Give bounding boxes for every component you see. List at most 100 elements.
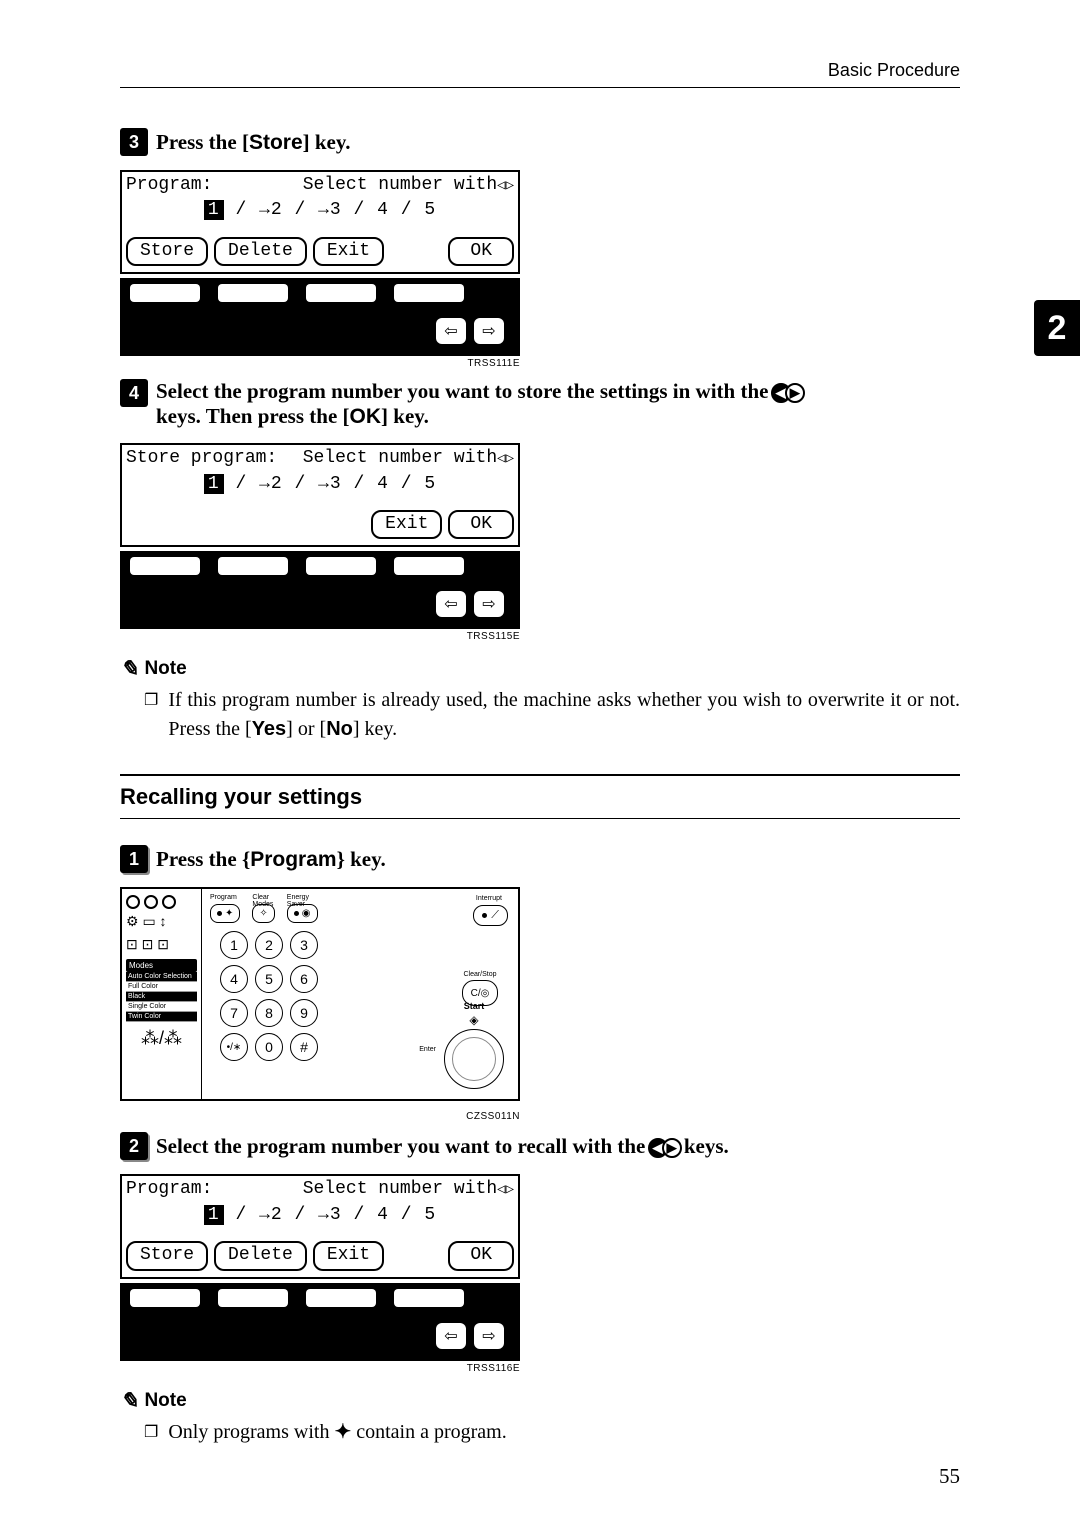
left-arrow-icon: ◁	[497, 178, 505, 194]
lcd-delete-button[interactable]: Delete	[214, 1241, 307, 1270]
indicator-icon	[126, 895, 140, 909]
figure-code: TRSS116E	[120, 1363, 520, 1374]
key-5[interactable]: 5	[255, 965, 283, 993]
control-panel-figure: ⚙ ▭ ↕ ⊡ ⊡ ⊡ Modes Auto Color Selection F…	[120, 887, 520, 1101]
lcd-exit-button[interactable]: Exit	[313, 1241, 384, 1270]
hard-key[interactable]	[306, 557, 376, 575]
key-dot[interactable]: •/∗	[220, 1033, 248, 1061]
store-key-label: Store	[249, 131, 303, 154]
key-9[interactable]: 9	[290, 999, 318, 1027]
key-1[interactable]: 1	[220, 931, 248, 959]
panel-left-column: ⚙ ▭ ↕ ⊡ ⊡ ⊡ Modes Auto Color Selection F…	[122, 889, 202, 1099]
ok-key-label: OK	[350, 405, 382, 428]
lcd-store-button[interactable]: Store	[126, 1241, 208, 1270]
right-arrow-icon: ▷	[506, 1182, 514, 1198]
panel-right-area: Program✦ Clear Modes✧ Energy Saver◉ Inte…	[202, 889, 518, 1099]
note-text: Only programs with ✦ contain a program.	[168, 1418, 506, 1447]
subsection-title: Recalling your settings	[120, 774, 960, 819]
right-arrow-icon: ▶	[662, 1138, 682, 1158]
lcd-figure-2: Store program: Select number with◁▷ 1 / …	[120, 443, 520, 642]
step-number-icon: 1	[120, 845, 148, 873]
start-button[interactable]	[444, 1029, 504, 1089]
right-arrow-key[interactable]: ⇨	[474, 1323, 504, 1349]
key-hash[interactable]: #	[290, 1033, 318, 1061]
mode-item[interactable]: Single Color	[126, 1002, 197, 1012]
figure-code: TRSS111E	[120, 358, 520, 369]
hard-key[interactable]	[306, 284, 376, 302]
arrow-keys-icon: ◀ ▶	[774, 383, 802, 403]
step-4: 4 Select the program number you want to …	[120, 379, 960, 429]
right-arrow-key[interactable]: ⇨	[474, 318, 504, 344]
hard-key[interactable]	[394, 557, 464, 575]
hard-key[interactable]	[130, 557, 200, 575]
step-3-text: Press the [Store] key.	[156, 130, 350, 155]
lcd-delete-button[interactable]: Delete	[214, 237, 307, 266]
program-diamond-icon: ✦	[334, 1421, 351, 1443]
page-header: Basic Procedure	[120, 60, 960, 88]
step-b1: 1 Press the {Program} key.	[120, 845, 960, 873]
key-3[interactable]: 3	[290, 931, 318, 959]
mode-item[interactable]: Twin Color	[126, 1012, 197, 1022]
key-4[interactable]: 4	[220, 965, 248, 993]
selected-number: 1	[204, 474, 224, 494]
hard-key[interactable]	[306, 1289, 376, 1307]
hard-key[interactable]	[394, 1289, 464, 1307]
figure-code: CZSS011N	[120, 1111, 520, 1122]
mode-item[interactable]: Full Color	[126, 982, 197, 992]
lcd-exit-button[interactable]: Exit	[313, 237, 384, 266]
key-0[interactable]: 0	[255, 1033, 283, 1061]
header-section: Basic Procedure	[828, 60, 960, 80]
left-arrow-key[interactable]: ⇦	[436, 591, 466, 617]
lcd-exit-button[interactable]: Exit	[371, 510, 442, 539]
arrow-key-row: ⇦ ⇨	[120, 1315, 520, 1361]
lcd-ok-button[interactable]: OK	[448, 1241, 514, 1270]
status-icons: ⚙ ▭ ↕	[126, 913, 197, 930]
selected-number: 1	[204, 1205, 224, 1225]
left-arrow-key[interactable]: ⇦	[436, 318, 466, 344]
key-2[interactable]: 2	[255, 931, 283, 959]
modes-header: Modes	[126, 959, 197, 972]
lcd-program-numbers: 1 / →2 / →3 / 4 / 5	[126, 473, 514, 496]
hard-key[interactable]	[218, 284, 288, 302]
lcd-ok-button[interactable]: OK	[448, 237, 514, 266]
step-b1-text: Press the {Program} key.	[156, 847, 386, 872]
hard-key[interactable]	[130, 1289, 200, 1307]
page-number: 55	[939, 1464, 960, 1489]
hard-key[interactable]	[394, 284, 464, 302]
arrow-key-row: ⇦ ⇨	[120, 583, 520, 629]
mode-item[interactable]: Auto Color Selection	[126, 972, 197, 982]
lcd-title-left: Program:	[126, 1178, 212, 1201]
lcd-ok-button[interactable]: OK	[448, 510, 514, 539]
hard-key[interactable]	[218, 557, 288, 575]
note-body: ❐ Only programs with ✦ contain a program…	[144, 1418, 960, 1447]
lcd-screen: Store program: Select number with◁▷ 1 / …	[120, 443, 520, 547]
note-icon: ✎	[120, 656, 138, 682]
bullet-icon: ❐	[144, 1421, 158, 1447]
lcd-store-button[interactable]: Store	[126, 237, 208, 266]
hard-key[interactable]	[218, 1289, 288, 1307]
left-arrow-key[interactable]: ⇦	[436, 1323, 466, 1349]
key-7[interactable]: 7	[220, 999, 248, 1027]
note-heading: ✎ Note	[120, 1388, 960, 1414]
key-6[interactable]: 6	[290, 965, 318, 993]
recall-subsection: Recalling your settings 1 Press the {Pro…	[120, 774, 960, 1446]
step-4-text: Select the program number you want to st…	[156, 379, 960, 429]
step-3: 3 Press the [Store] key.	[120, 128, 960, 156]
hard-key[interactable]	[130, 284, 200, 302]
key-8[interactable]: 8	[255, 999, 283, 1027]
mode-item[interactable]: Black	[126, 992, 197, 1002]
right-arrow-key[interactable]: ⇨	[474, 591, 504, 617]
interrupt-button[interactable]: ⟋	[473, 905, 508, 926]
program-button[interactable]: ✦	[210, 904, 240, 923]
right-arrow-icon: ▷	[506, 178, 514, 194]
enter-label: Enter	[419, 1046, 436, 1053]
lcd-title-left: Program:	[126, 174, 212, 197]
hardkey-row	[120, 278, 520, 310]
step-b2: 2 Select the program number you want to …	[120, 1132, 960, 1160]
note-heading: ✎ Note	[120, 656, 960, 682]
left-arrow-icon: ◁	[497, 451, 505, 467]
figure-code: TRSS115E	[120, 631, 520, 642]
right-arrow-icon: ▶	[785, 383, 805, 403]
note-body: ❐ If this program number is already used…	[144, 686, 960, 744]
step-number-icon: 3	[120, 128, 148, 156]
